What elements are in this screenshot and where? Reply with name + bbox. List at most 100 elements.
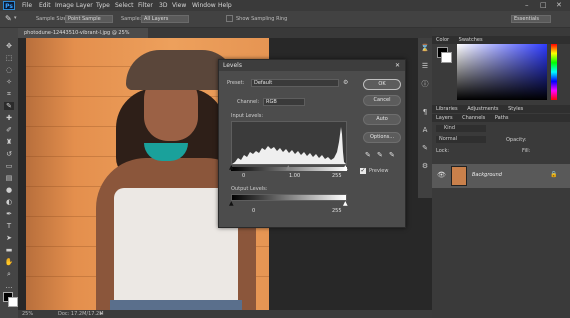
paragraph-icon[interactable]: ¶ (420, 108, 430, 116)
sample-dropdown[interactable]: All Layers (141, 15, 189, 23)
tab-styles[interactable]: Styles (508, 106, 523, 112)
zoom-tool-icon[interactable]: ⌕ (4, 270, 14, 278)
stamp-tool-icon[interactable]: ♜ (4, 138, 14, 146)
show-ring-checkbox[interactable] (226, 15, 233, 22)
preset-dropdown[interactable]: Default (251, 79, 339, 87)
menu-type[interactable]: Type (96, 2, 110, 9)
character-icon[interactable]: A (420, 126, 430, 134)
layer-name[interactable]: Background (472, 172, 502, 178)
tab-layers[interactable]: Layers (436, 115, 453, 121)
channel-dropdown[interactable]: RGB (263, 98, 305, 106)
menu-help[interactable]: Help (218, 2, 232, 9)
panel-icon-strip: ⌛ ☰ ⓘ ¶ A ✎ ⚙ (418, 38, 432, 198)
workspace-dropdown[interactable]: Essentials (511, 15, 551, 23)
menu-image[interactable]: Image (55, 2, 74, 9)
output-black-value[interactable]: 0 (252, 208, 255, 214)
tab-libraries[interactable]: Libraries (436, 106, 458, 112)
history-brush-tool-icon[interactable]: ↺ (4, 150, 14, 158)
eyedropper-tool-icon[interactable]: ✎ (5, 14, 12, 23)
path-select-tool-icon[interactable]: ➤ (4, 234, 14, 242)
marquee-tool-icon[interactable]: ⬚ (4, 54, 14, 62)
tool-preset-chevron-icon[interactable]: ▾ (14, 15, 17, 21)
quick-select-tool-icon[interactable]: ✧ (4, 78, 14, 86)
move-tool-icon[interactable]: ✥ (4, 42, 14, 50)
input-black-slider[interactable]: ▲ (229, 164, 234, 171)
input-white-slider[interactable]: ▲ (343, 164, 348, 171)
brush-presets-icon[interactable]: ✎ (420, 144, 430, 152)
auto-button[interactable]: Auto (363, 114, 401, 125)
eyedropper-tool-icon[interactable]: ✎ (4, 102, 14, 110)
hue-slider[interactable] (551, 44, 557, 100)
person-jeans (110, 300, 242, 310)
menu-filter[interactable]: Filter (138, 2, 153, 9)
layers-panel-header: Layers Channels Paths (432, 114, 570, 122)
sample-size-label: Sample Size: (36, 16, 69, 22)
menu-window[interactable]: Window (192, 2, 216, 9)
options-button[interactable]: Options... (363, 132, 401, 143)
lock-label: Lock: (436, 148, 450, 154)
menu-select[interactable]: Select (115, 2, 134, 9)
input-white-value[interactable]: 255 (332, 173, 342, 179)
white-point-eyedropper-icon[interactable]: ✎ (389, 151, 395, 159)
info-icon[interactable]: ⓘ (420, 80, 430, 88)
pen-tool-icon[interactable]: ✒ (4, 210, 14, 218)
tab-paths[interactable]: Paths (495, 115, 509, 121)
dodge-tool-icon[interactable]: ◐ (4, 198, 14, 206)
menu-3d[interactable]: 3D (159, 2, 167, 9)
output-white-value[interactable]: 255 (332, 208, 342, 214)
minimize-icon[interactable]: – (525, 1, 529, 9)
black-point-eyedropper-icon[interactable]: ✎ (365, 151, 371, 159)
input-gamma-value[interactable]: 1.00 (289, 173, 300, 179)
gradient-tool-icon[interactable]: ▤ (4, 174, 14, 182)
preview-checkbox[interactable]: ✓ (360, 168, 366, 174)
tab-channels[interactable]: Channels (462, 115, 485, 121)
clone-source-icon[interactable]: ⚙ (420, 162, 430, 170)
input-black-value[interactable]: 0 (242, 173, 245, 179)
blur-tool-icon[interactable]: ● (4, 186, 14, 194)
output-levels-label: Output Levels: (231, 186, 268, 192)
tab-adjustments[interactable]: Adjustments (467, 106, 498, 112)
crop-tool-icon[interactable]: ⌗ (4, 90, 14, 98)
shape-tool-icon[interactable]: ▬ (4, 246, 14, 254)
history-icon[interactable]: ⌛ (420, 44, 430, 52)
document-tab[interactable]: photodune-12443510-vibrant-l.jpg @ 25% (… (18, 28, 148, 46)
tab-swatches[interactable]: Swatches (459, 37, 483, 43)
menu-bar: Ps File Edit Image Layer Type Select Fil… (0, 0, 570, 11)
brush-tool-icon[interactable]: ✐ (4, 126, 14, 134)
background-color-swatch[interactable] (8, 297, 18, 307)
gray-point-eyedropper-icon[interactable]: ✎ (377, 151, 383, 159)
close-icon[interactable]: ✕ (556, 1, 562, 9)
menu-edit[interactable]: Edit (39, 2, 51, 9)
preset-options-gear-icon[interactable]: ⚙ (343, 79, 348, 86)
eraser-tool-icon[interactable]: ▭ (4, 162, 14, 170)
background-swatch[interactable] (441, 52, 452, 63)
input-gamma-slider[interactable]: ▲ (286, 164, 291, 171)
lasso-tool-icon[interactable]: ◌ (4, 66, 14, 74)
menu-file[interactable]: File (22, 2, 32, 9)
levels-titlebar[interactable]: Levels ✕ (219, 60, 405, 71)
sample-size-dropdown[interactable]: Point Sample (65, 15, 113, 23)
output-black-slider[interactable]: ▲ (229, 200, 234, 207)
healing-tool-icon[interactable]: ✚ (4, 114, 14, 122)
lock-icon: 🔒 (550, 171, 558, 178)
visibility-eye-icon[interactable]: 👁 (437, 171, 446, 179)
close-icon[interactable]: ✕ (395, 60, 400, 71)
edit-toolbar-icon[interactable]: … (4, 282, 14, 290)
ok-button[interactable]: OK (363, 79, 401, 90)
output-white-slider[interactable]: ▲ (343, 200, 348, 207)
kind-filter-dropdown[interactable]: Kind (436, 125, 486, 132)
zoom-level[interactable]: 25% (22, 310, 33, 318)
histogram-shape (232, 127, 346, 164)
color-picker-field[interactable] (457, 44, 547, 100)
type-tool-icon[interactable]: T (4, 222, 14, 230)
cancel-button[interactable]: Cancel (363, 95, 401, 106)
menu-layer[interactable]: Layer (76, 2, 93, 9)
properties-icon[interactable]: ☰ (420, 62, 430, 70)
tab-color[interactable]: Color (436, 37, 449, 43)
maximize-icon[interactable]: □ (540, 1, 547, 9)
hand-tool-icon[interactable]: ✋ (4, 258, 14, 266)
status-arrow-icon[interactable]: ▸ (100, 310, 103, 318)
blend-mode-dropdown[interactable]: Normal (436, 136, 486, 143)
dialog-title: Levels (223, 62, 242, 69)
menu-view[interactable]: View (172, 2, 186, 9)
